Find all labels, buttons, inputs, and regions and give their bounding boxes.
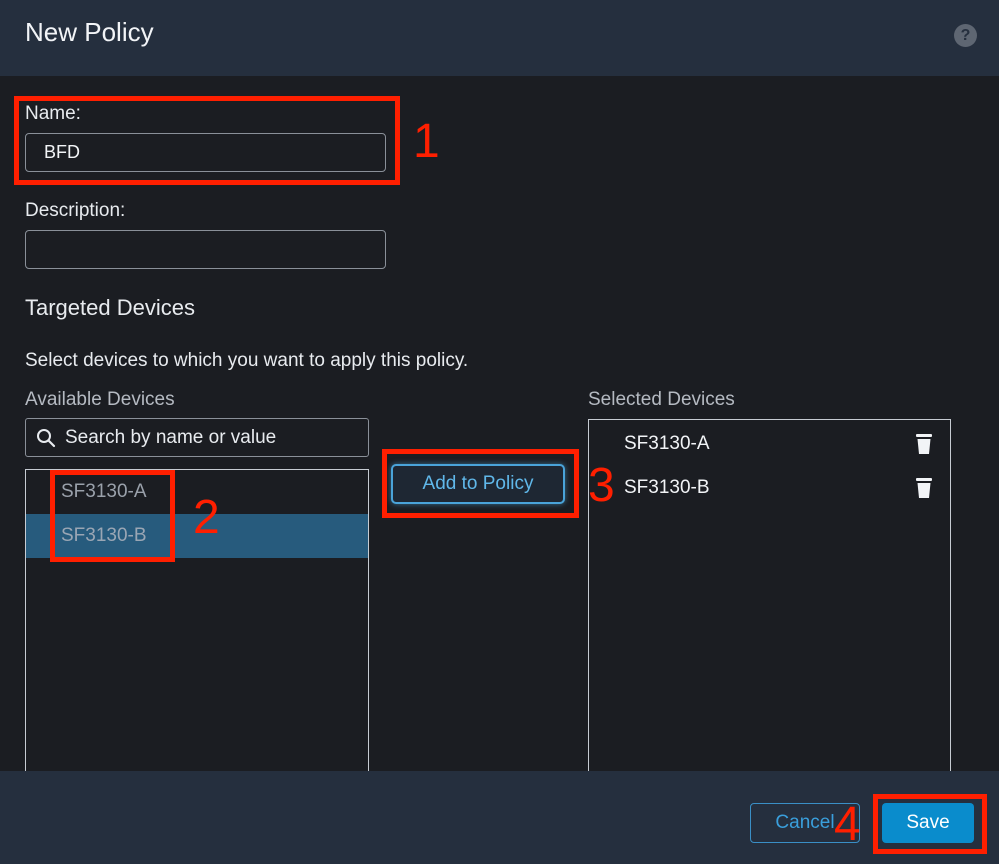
device-name: SF3130-A	[624, 433, 710, 454]
search-icon	[37, 429, 56, 448]
annotation-number-4: 4	[834, 798, 861, 851]
annotation-number-2: 2	[193, 491, 220, 544]
selected-device-item: SF3130-B	[589, 466, 949, 510]
annotation-box-3	[382, 449, 579, 518]
trash-icon[interactable]	[915, 477, 933, 499]
annotation-box-1	[14, 96, 400, 185]
annotation-number-1: 1	[413, 115, 440, 168]
selected-devices-list[interactable]: SF3130-A SF3130-B	[588, 419, 951, 773]
device-name: SF3130-B	[624, 477, 710, 498]
dialog-header: New Policy ?	[0, 0, 999, 76]
search-placeholder: Search by name or value	[65, 427, 277, 448]
annotation-box-2	[50, 470, 175, 562]
help-icon[interactable]: ?	[954, 24, 977, 47]
dialog-title: New Policy	[25, 17, 154, 47]
available-devices-label: Available Devices	[25, 389, 175, 410]
trash-icon[interactable]	[915, 433, 933, 455]
description-label: Description:	[25, 200, 126, 221]
selected-device-item: SF3130-A	[589, 422, 949, 466]
description-field[interactable]	[25, 230, 386, 269]
annotation-number-3: 3	[588, 459, 615, 512]
selected-devices-label: Selected Devices	[588, 389, 735, 410]
targeted-devices-heading: Targeted Devices	[25, 295, 195, 320]
search-input[interactable]: Search by name or value	[25, 418, 369, 457]
instruction-text: Select devices to which you want to appl…	[25, 350, 469, 371]
annotation-box-4	[873, 794, 987, 854]
